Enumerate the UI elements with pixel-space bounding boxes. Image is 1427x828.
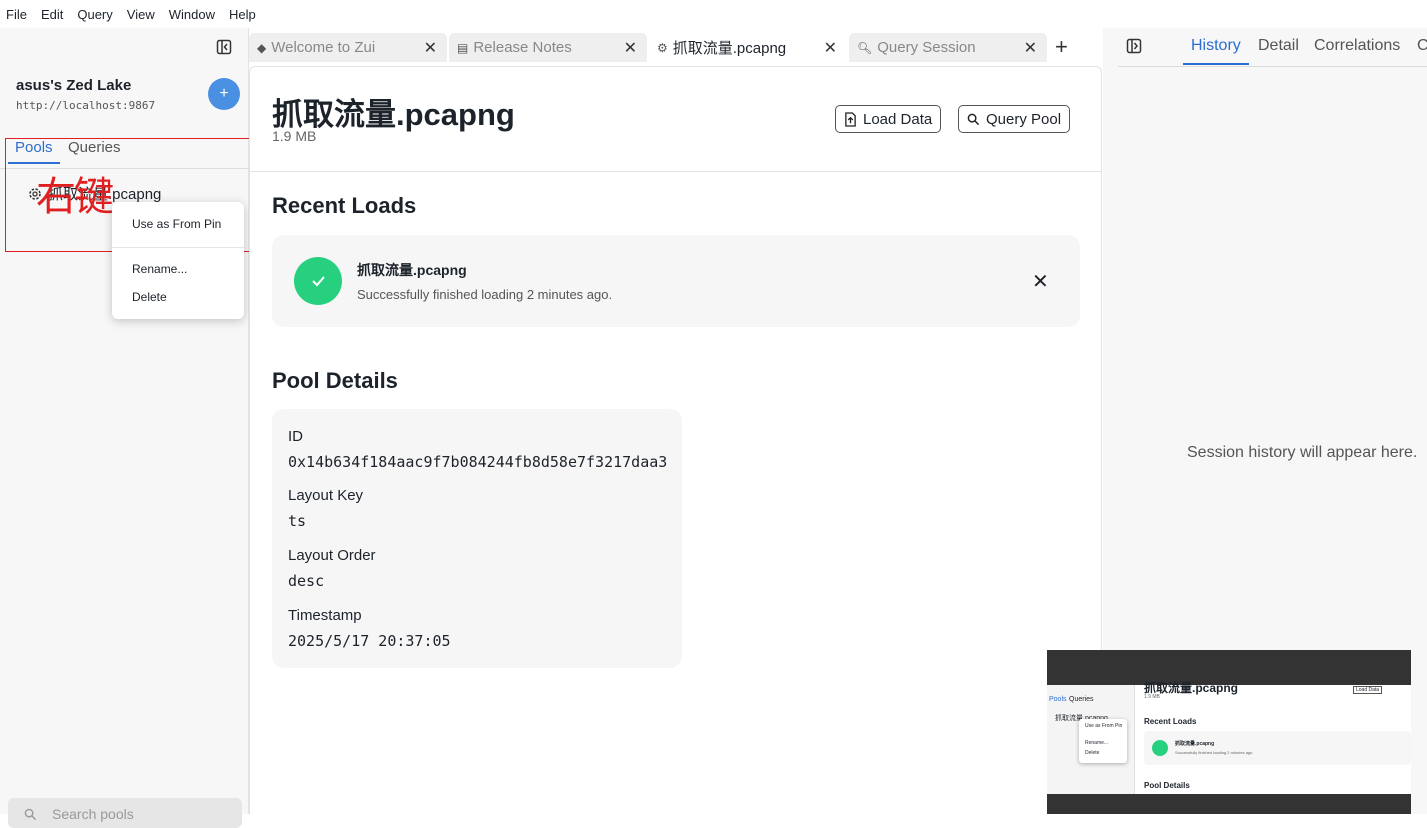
dismiss-load-icon[interactable]: ✕ [1032, 269, 1049, 294]
detail-value-layout-order: desc [288, 572, 325, 590]
detail-label-id: ID [288, 428, 303, 445]
tab-label: Release Notes [473, 39, 572, 56]
session-history-empty: Session history will appear here. [1187, 444, 1418, 461]
zui-icon: ◆ [257, 40, 267, 55]
lake-name: asus's Zed Lake [16, 77, 132, 94]
tab-bar: ◆ Welcome to Zui ✕ ▤ Release Notes ✕ ⚙ 抓… [249, 28, 1102, 66]
tab-release-notes[interactable]: ▤ Release Notes ✕ [449, 33, 647, 62]
detail-label-timestamp: Timestamp [288, 607, 362, 624]
search-icon [24, 808, 37, 821]
tab-detail[interactable]: Detail [1258, 37, 1299, 63]
search-icon: 🔍︎ [857, 40, 873, 55]
menu-divider [112, 247, 244, 248]
pool-details-card: ID 0x14b634f184aac9f7b084244fb8d58e7f321… [272, 409, 682, 668]
thumbnail-menu-item: Delete [1085, 750, 1100, 756]
thumbnail-sidebar: Pools Queries 抓取流量.pcapng Use as From Pi… [1047, 685, 1135, 794]
tab-history[interactable]: History [1183, 37, 1249, 65]
menu-use-as-from-pin[interactable]: Use as From Pin [132, 217, 221, 231]
tab-welcome[interactable]: ◆ Welcome to Zui ✕ [249, 33, 447, 62]
thumbnail-tab-queries: Queries [1069, 696, 1094, 703]
menu-bar: File Edit Query View Window Help [0, 0, 1427, 28]
close-icon[interactable]: ✕ [824, 38, 837, 58]
thumbnail-bottom-bar [1047, 794, 1411, 814]
load-message: Successfully finished loading 2 minutes … [357, 287, 613, 302]
pool-size: 1.9 MB [272, 128, 317, 144]
pool-page: 抓取流量.pcapng 1.9 MB Load Data Query Pool … [249, 66, 1102, 814]
thumbnail-tab-pools: Pools [1049, 696, 1067, 703]
recent-loads-heading: Recent Loads [272, 193, 417, 218]
thumbnail-load-card: 抓取流量.pcapng Successfully finished loadin… [1144, 731, 1411, 765]
menu-window[interactable]: Window [169, 7, 215, 22]
search-pools-placeholder: Search pools [52, 806, 134, 822]
thumbnail-menu-item: Use as From Pin [1085, 723, 1123, 729]
close-icon[interactable]: ✕ [1024, 38, 1037, 58]
load-name: 抓取流量.pcapng [357, 262, 467, 278]
tab-query-session[interactable]: 🔍︎ Query Session ✕ [849, 33, 1047, 62]
thumbnail-content: Pools Queries 抓取流量.pcapng Use as From Pi… [1047, 681, 1411, 794]
detail-label-layout-key: Layout Key [288, 487, 364, 504]
tab-more[interactable]: C [1417, 37, 1427, 63]
menu-help[interactable]: Help [229, 7, 256, 22]
add-pool-button[interactable]: + [208, 78, 240, 110]
tab-label: Query Session [877, 39, 976, 56]
document-icon: ▤ [457, 40, 469, 55]
load-data-label: Load Data [863, 110, 933, 128]
detail-value-timestamp: 2025/5/17 20:37:05 [288, 632, 451, 650]
pool-icon: ⚙ [657, 40, 668, 55]
search-icon [967, 113, 980, 125]
menu-query[interactable]: Query [77, 7, 112, 22]
thumbnail-context-menu: Use as From Pin Rename... Delete [1079, 719, 1127, 763]
success-check-icon [294, 257, 342, 305]
detail-value-layout-key: ts [288, 512, 307, 530]
detail-value-id: 0x14b634f184aac9f7b084244fb8d58e7f3217da… [288, 453, 668, 471]
thumbnail-load-msg: Successfully finished loading 2 minutes … [1175, 750, 1254, 755]
pool-details-heading: Pool Details [272, 368, 398, 393]
search-pools-input[interactable]: Search pools [8, 798, 242, 828]
context-menu: Use as From Pin Rename... Delete [112, 202, 244, 319]
screenshot-thumbnail[interactable]: Pools Queries 抓取流量.pcapng Use as From Pi… [1047, 650, 1411, 814]
menu-file[interactable]: File [6, 7, 27, 22]
tab-label: 抓取流量.pcapng [672, 40, 787, 57]
menu-delete[interactable]: Delete [132, 290, 167, 304]
upload-file-icon [845, 111, 856, 127]
tab-label: Welcome to Zui [271, 39, 376, 56]
header-divider [250, 171, 1102, 172]
lake-url: http://localhost:9867 [16, 99, 156, 112]
query-pool-button[interactable]: Query Pool [958, 105, 1071, 133]
menu-rename[interactable]: Rename... [132, 262, 187, 276]
thumbnail-size: 1.9 MB [1144, 694, 1160, 700]
close-icon[interactable]: ✕ [424, 38, 437, 58]
thumbnail-recent-loads: Recent Loads [1144, 717, 1197, 726]
thumbnail-load-data: Load Data [1353, 686, 1383, 694]
annotation-text: 右键 [36, 174, 114, 220]
new-tab-button[interactable]: + [1055, 34, 1068, 60]
query-pool-label: Query Pool [986, 110, 1062, 128]
close-icon[interactable]: ✕ [624, 38, 637, 58]
right-panel-tabs: History Detail Correlations C [1118, 28, 1427, 67]
thumbnail-menu-item: Rename... [1085, 740, 1109, 746]
thumbnail-pool-details: Pool Details [1144, 781, 1190, 790]
tab-correlations[interactable]: Correlations [1314, 37, 1400, 63]
load-data-button[interactable]: Load Data [835, 105, 942, 133]
load-card: 抓取流量.pcapng Successfully finished loadin… [272, 235, 1080, 327]
thumbnail-success-icon [1152, 740, 1168, 756]
menu-edit[interactable]: Edit [41, 7, 63, 22]
detail-label-layout-order: Layout Order [288, 547, 376, 564]
thumbnail-load-name: 抓取流量.pcapng [1175, 741, 1215, 747]
collapse-sidebar-icon[interactable] [216, 39, 232, 55]
tab-pool[interactable]: ⚙ 抓取流量.pcapng ✕ [649, 33, 847, 62]
menu-view[interactable]: View [127, 7, 155, 22]
